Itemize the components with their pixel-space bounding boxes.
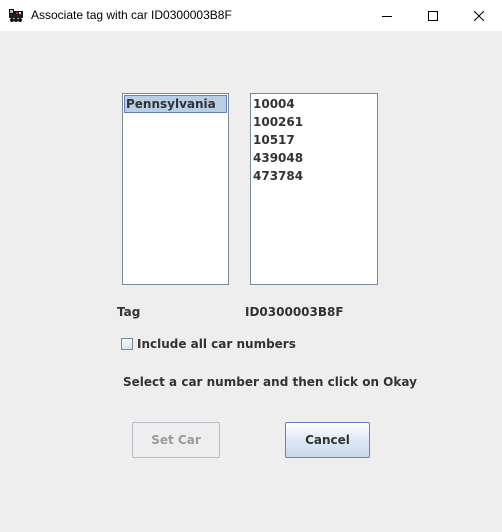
- minimize-button[interactable]: [364, 0, 410, 31]
- window-title: Associate tag with car ID0300003B8F: [31, 8, 232, 22]
- cancel-button[interactable]: Cancel: [285, 422, 370, 458]
- list-item-pennsylvania[interactable]: Pennsylvania: [124, 95, 227, 113]
- tag-value: ID0300003B8F: [245, 305, 344, 319]
- list-item[interactable]: 439048: [251, 149, 377, 167]
- instructions-text: Select a car number and then click on Ok…: [123, 375, 417, 389]
- tag-label: Tag: [117, 305, 141, 319]
- close-button[interactable]: [456, 0, 502, 31]
- include-all-row[interactable]: Include all car numbers: [121, 337, 296, 351]
- set-car-button[interactable]: Set Car: [132, 422, 220, 458]
- state-list[interactable]: Pennsylvania: [122, 93, 229, 285]
- train-engine-icon: [8, 7, 24, 23]
- list-item[interactable]: 100261: [251, 113, 377, 131]
- list-item[interactable]: 473784: [251, 167, 377, 185]
- list-item[interactable]: 10004: [251, 95, 377, 113]
- include-all-label[interactable]: Include all car numbers: [137, 337, 296, 351]
- close-icon: [474, 10, 484, 21]
- title-bar[interactable]: Associate tag with car ID0300003B8F: [0, 0, 502, 31]
- minimize-icon: [382, 15, 392, 17]
- list-item[interactable]: 10517: [251, 131, 377, 149]
- include-all-checkbox[interactable]: [121, 338, 133, 350]
- car-number-list[interactable]: 10004 100261 10517 439048 473784: [250, 93, 378, 285]
- maximize-button[interactable]: [410, 0, 456, 31]
- maximize-icon: [428, 10, 438, 21]
